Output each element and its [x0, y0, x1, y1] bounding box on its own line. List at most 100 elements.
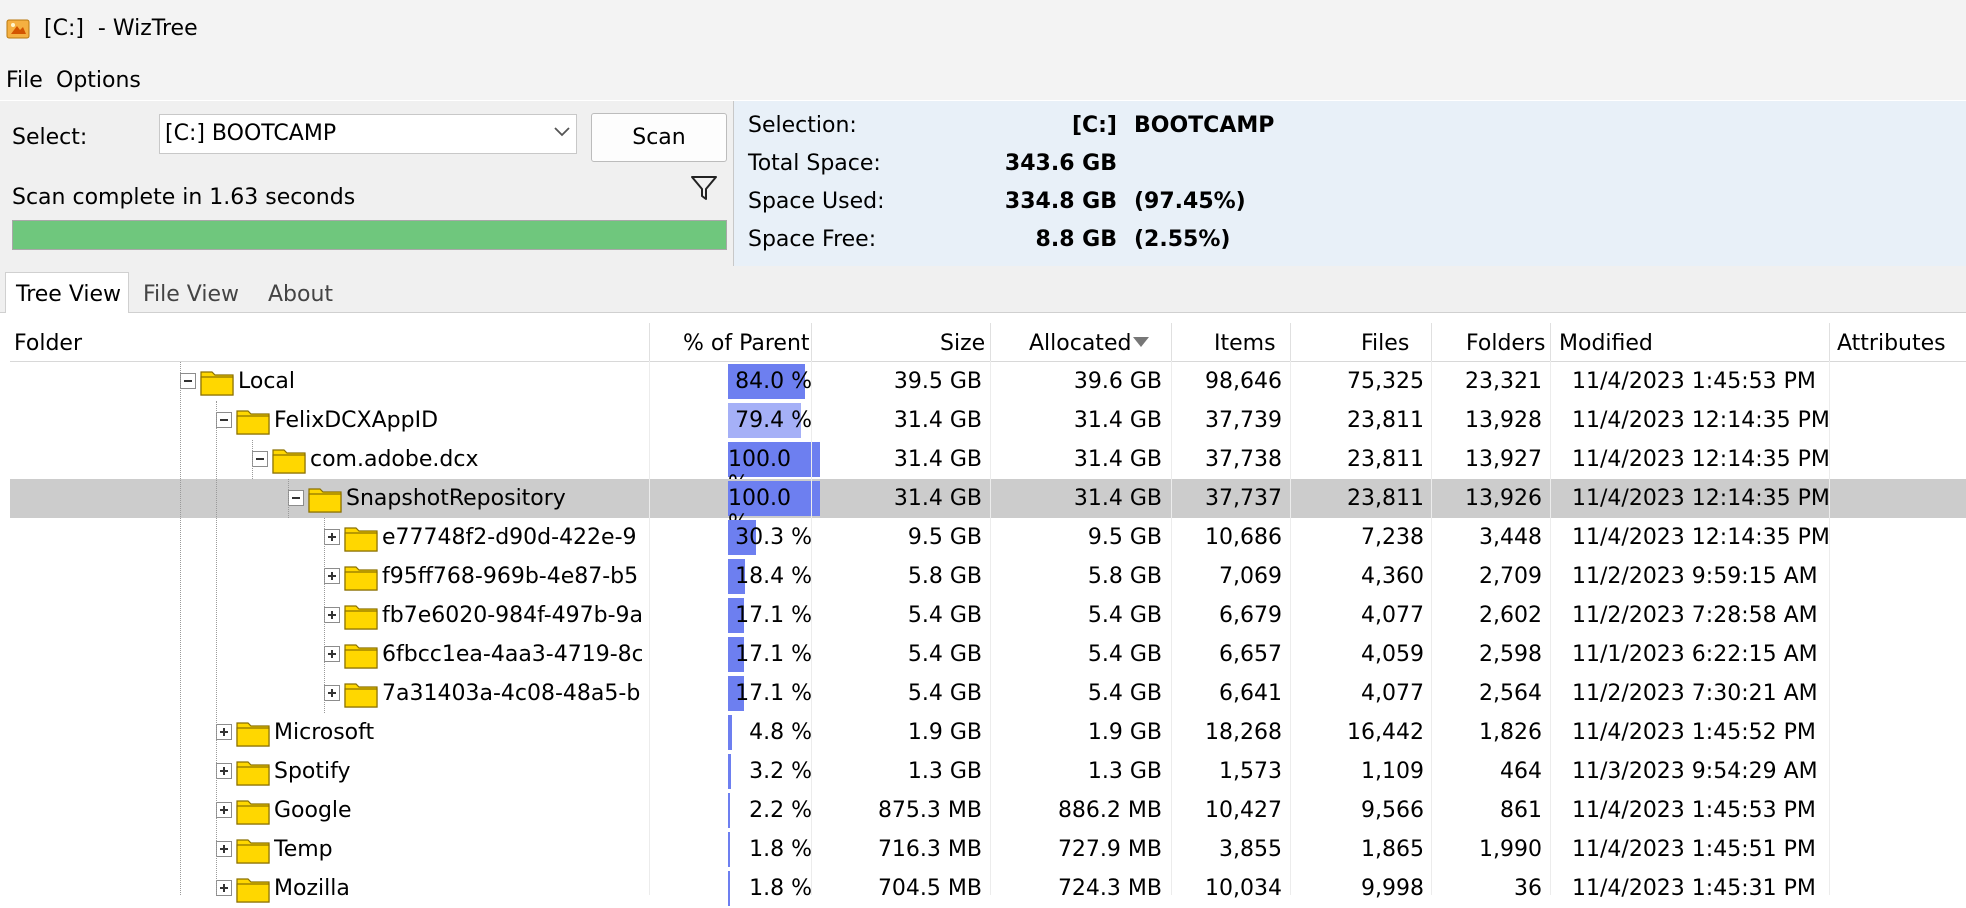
selection-drive: [C:] — [1071, 113, 1117, 138]
cell-items: 37,737 — [1205, 486, 1282, 511]
column-divider[interactable] — [1171, 323, 1172, 361]
percent-of-parent-bar: 18.4 % — [728, 559, 820, 594]
folder-icon — [272, 449, 306, 474]
menu-options[interactable]: Options — [56, 68, 141, 93]
cell-items: 37,738 — [1205, 447, 1282, 472]
percent-bar-fill — [728, 832, 730, 867]
folder-name[interactable]: SnapshotRepository — [346, 486, 642, 511]
folder-name[interactable]: Google — [274, 798, 642, 823]
table-row[interactable]: Microsoft 4.8 % 1.9 GB 1.9 GB 18,268 16,442 1,… — [10, 713, 1966, 752]
expand-toggle-icon[interactable] — [216, 841, 232, 857]
expand-toggle-icon[interactable] — [216, 724, 232, 740]
table-row[interactable]: fb7e6020-984f-497b-9a 17.1 % 5.4 GB 5.4 GB 6… — [10, 596, 1966, 635]
column-divider[interactable] — [990, 323, 991, 361]
tab-file-view[interactable]: File View — [143, 282, 239, 307]
folder-name[interactable]: fb7e6020-984f-497b-9a — [382, 603, 642, 628]
column-header-items[interactable]: Items — [1214, 331, 1276, 356]
expand-toggle-icon[interactable] — [216, 802, 232, 818]
cell-modified: 11/2/2023 7:30:21 AM — [1572, 681, 1818, 706]
column-divider[interactable] — [1550, 323, 1551, 361]
collapse-toggle-icon[interactable] — [252, 451, 268, 467]
folder-icon — [200, 371, 234, 396]
cell-folders: 36 — [1514, 876, 1542, 901]
percent-of-parent-bar: 30.3 % — [728, 520, 820, 555]
collapse-toggle-icon[interactable] — [288, 490, 304, 506]
expand-toggle-icon[interactable] — [324, 568, 340, 584]
folder-name[interactable]: Local — [238, 369, 642, 394]
grid-line — [649, 361, 650, 895]
column-divider[interactable] — [1290, 323, 1291, 361]
expand-toggle-icon[interactable] — [216, 763, 232, 779]
column-divider[interactable] — [1431, 323, 1432, 361]
filter-icon[interactable] — [689, 173, 719, 203]
column-divider[interactable] — [649, 323, 650, 361]
percent-of-parent-value: 2.2 % — [749, 798, 812, 823]
expand-toggle-icon[interactable] — [324, 529, 340, 545]
chevron-down-icon[interactable] — [553, 126, 571, 138]
folder-name[interactable]: e77748f2-d90d-422e-9 — [382, 525, 642, 550]
tab-about[interactable]: About — [268, 282, 333, 307]
column-header-folders[interactable]: Folders — [1466, 331, 1545, 356]
folder-name[interactable]: Mozilla — [274, 876, 642, 901]
folder-name[interactable]: Spotify — [274, 759, 642, 784]
table-row[interactable]: Local 84.0 % 39.5 GB 39.6 GB 98,646 75,325 23,… — [10, 362, 1966, 401]
table-row[interactable]: Temp 1.8 % 716.3 MB 727.9 MB 3,855 1,865 1,990… — [10, 830, 1966, 869]
percent-bar-fill — [728, 871, 730, 906]
cell-folders: 13,926 — [1465, 486, 1542, 511]
column-divider[interactable] — [1829, 323, 1830, 361]
table-header — [10, 323, 1966, 362]
table-row[interactable]: 6fbcc1ea-4aa3-4719-8c 17.1 % 5.4 GB 5.4 GB 6… — [10, 635, 1966, 674]
scan-button[interactable]: Scan — [591, 113, 727, 162]
collapse-toggle-icon[interactable] — [180, 373, 196, 389]
table-row[interactable]: Google 2.2 % 875.3 MB 886.2 MB 10,427 9,566 86… — [10, 791, 1966, 830]
expand-toggle-icon[interactable] — [324, 685, 340, 701]
expand-toggle-icon[interactable] — [324, 607, 340, 623]
folder-name[interactable]: Temp — [274, 837, 642, 862]
total-space-label: Total Space: — [748, 151, 881, 176]
collapse-toggle-icon[interactable] — [216, 412, 232, 428]
table-row[interactable]: Mozilla 1.8 % 704.5 MB 724.3 MB 10,034 9,998 3… — [10, 869, 1966, 908]
column-header-attributes[interactable]: Attributes — [1837, 331, 1946, 356]
cell-size: 716.3 MB — [877, 837, 982, 862]
percent-of-parent-bar: 2.2 % — [728, 793, 820, 828]
table-row[interactable]: 7a31403a-4c08-48a5-b 17.1 % 5.4 GB 5.4 GB 6,… — [10, 674, 1966, 713]
column-header-folder[interactable]: Folder — [14, 331, 82, 356]
percent-bar-fill — [728, 754, 731, 789]
tab-tree-view-label[interactable]: Tree View — [16, 282, 121, 307]
folder-name[interactable]: FelixDCXAppID — [274, 408, 642, 433]
cell-size: 875.3 MB — [877, 798, 982, 823]
cell-folders: 861 — [1500, 798, 1542, 823]
menu-file[interactable]: File — [6, 68, 43, 93]
column-header-allocated[interactable]: Allocated — [1029, 331, 1131, 356]
folder-name[interactable]: 7a31403a-4c08-48a5-b — [382, 681, 642, 706]
table-row[interactable]: e77748f2-d90d-422e-9 30.3 % 9.5 GB 9.5 GB 10… — [10, 518, 1966, 557]
menu-bar — [0, 60, 1966, 100]
grid-line — [990, 361, 991, 895]
folder-name[interactable]: 6fbcc1ea-4aa3-4719-8c — [382, 642, 642, 667]
folder-name[interactable]: f95ff768-969b-4e87-b5 — [382, 564, 642, 589]
percent-of-parent-bar: 17.1 % — [728, 598, 820, 633]
table-row[interactable]: SnapshotRepository100.0 %31.4 GB31.4 GB3… — [10, 479, 1966, 536]
percent-of-parent-bar: 100.0 % — [728, 481, 820, 536]
table-row[interactable]: f95ff768-969b-4e87-b5 18.4 % 5.8 GB 5.8 GB 7… — [10, 557, 1966, 596]
column-header-size[interactable]: Size — [940, 331, 985, 356]
percent-of-parent-value: 4.8 % — [749, 720, 812, 745]
folder-name[interactable]: Microsoft — [274, 720, 642, 745]
table-row[interactable]: FelixDCXAppID 79.4 % 31.4 GB 31.4 GB 37,739 2… — [10, 401, 1966, 440]
column-header-percent[interactable]: % of Parent — [683, 331, 810, 356]
cell-modified: 11/4/2023 1:45:51 PM — [1572, 837, 1816, 862]
folder-icon — [236, 800, 270, 825]
cell-items: 98,646 — [1205, 369, 1282, 394]
column-header-modified[interactable]: Modified — [1559, 331, 1653, 356]
column-divider[interactable] — [811, 323, 812, 361]
folder-name[interactable]: com.adobe.dcx — [310, 447, 642, 472]
percent-of-parent-value: 18.4 % — [735, 564, 812, 589]
column-header-files[interactable]: Files — [1361, 331, 1409, 356]
grid-line — [1171, 361, 1172, 895]
expand-toggle-icon[interactable] — [216, 880, 232, 896]
expand-toggle-icon[interactable] — [324, 646, 340, 662]
cell-modified: 11/4/2023 12:14:35 PM — [1572, 447, 1830, 472]
cell-items: 37,739 — [1205, 408, 1282, 433]
table-row[interactable]: Spotify 3.2 % 1.3 GB 1.3 GB 1,573 1,109 464 11/… — [10, 752, 1966, 791]
table-row[interactable]: com.adobe.dcx100.0 %31.4 GB31.4 GB37,738… — [10, 440, 1966, 497]
